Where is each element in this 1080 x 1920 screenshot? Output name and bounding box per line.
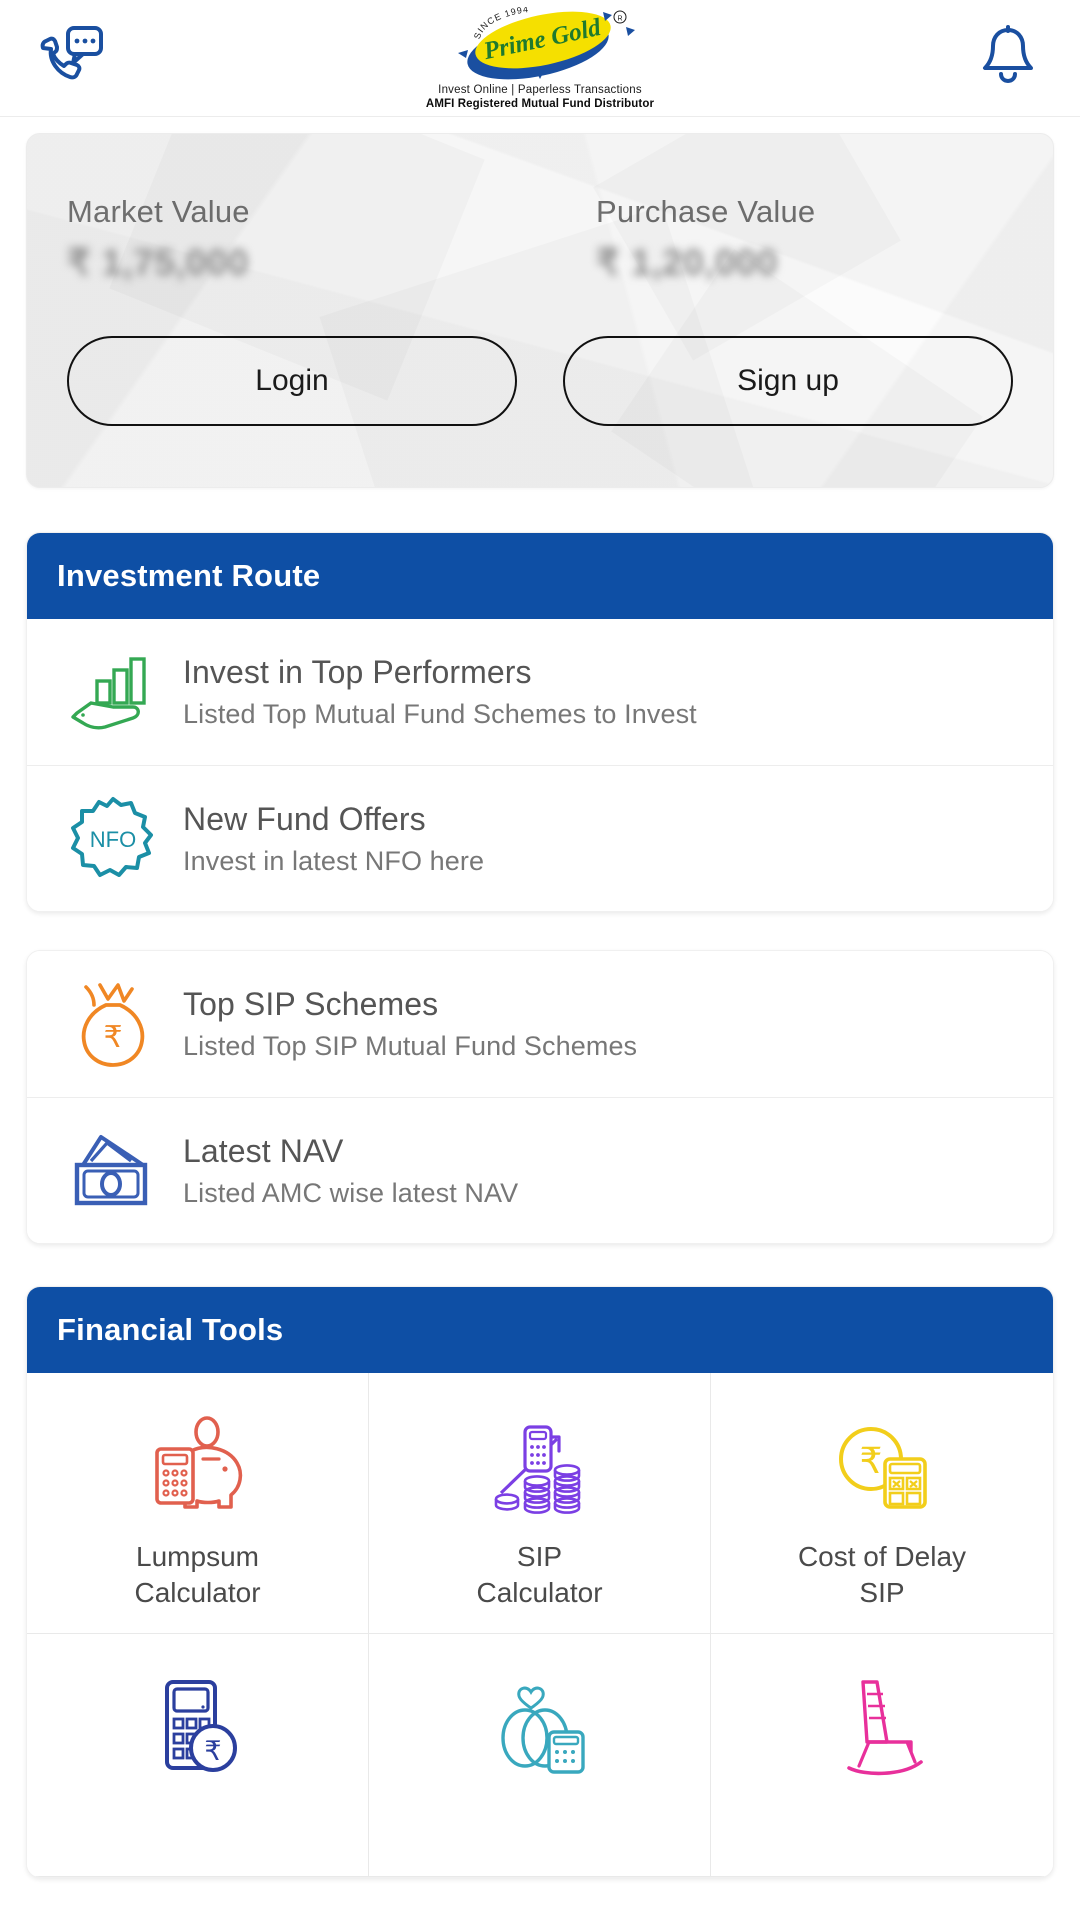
financial-tools-header: Financial Tools [27, 1287, 1053, 1373]
bell-icon [983, 25, 1033, 84]
calculator-rupee-coin-icon: ₹ [145, 1670, 251, 1782]
svg-text:NFO: NFO [90, 827, 136, 852]
rupee-coin-calculator-icon: ₹ [829, 1409, 935, 1521]
row-text: Invest in Top Performers Listed Top Mutu… [169, 654, 697, 730]
app-header: SINCE 1994 Prime Gold R Invest Online | … [0, 0, 1080, 117]
brand-logo: SINCE 1994 Prime Gold R Invest Online | … [114, 3, 966, 110]
row-new-fund-offers[interactable]: NFO New Fund Offers Invest in latest NFO… [27, 765, 1053, 911]
row-subtitle: Listed AMC wise latest NAV [183, 1177, 519, 1208]
svg-text:₹: ₹ [204, 1736, 221, 1766]
quick-links-card: ₹ Top SIP Schemes Listed Top SIP Mutual … [26, 950, 1054, 1244]
row-subtitle: Listed Top Mutual Fund Schemes to Invest [183, 699, 697, 729]
svg-text:₹: ₹ [103, 1021, 122, 1054]
row-title: Latest NAV [183, 1132, 344, 1169]
prime-gold-logo-svg: SINCE 1994 Prime Gold R [458, 3, 635, 79]
wedding-rings-calculator-icon [487, 1670, 593, 1782]
tool-retirement-planner[interactable] [711, 1633, 1053, 1877]
tool-marriage-planner[interactable] [369, 1633, 711, 1877]
investment-route-header: Investment Route [27, 533, 1053, 619]
row-subtitle: Listed Top SIP Mutual Fund Schemes [183, 1031, 638, 1061]
tool-label: Lumpsum Calculator [134, 1539, 260, 1611]
logo-tagline-1: Invest Online | Paperless Transactions [438, 83, 642, 96]
banknotes-icon [57, 1131, 169, 1211]
portfolio-summary-card: Market Value ₹ 1,75,000 Purchase Value ₹… [26, 133, 1054, 488]
tool-calculator-rupee[interactable]: ₹ [27, 1633, 369, 1877]
row-text: Top SIP Schemes Listed Top SIP Mutual Fu… [169, 986, 637, 1062]
tool-lumpsum-calculator[interactable]: Lumpsum Calculator [27, 1373, 369, 1634]
row-title: Invest in Top Performers [183, 654, 532, 690]
row-top-sip-schemes[interactable]: ₹ Top SIP Schemes Listed Top SIP Mutual … [27, 951, 1053, 1097]
phone-chat-icon [40, 26, 103, 80]
hand-holding-bar-chart-icon [57, 653, 169, 731]
financial-tools-card: Financial Tools Lumpsum Calculator SIP C… [26, 1286, 1054, 1878]
tool-sip-calculator[interactable]: SIP Calculator [369, 1373, 711, 1634]
tool-label-line1: SIP [516, 1541, 563, 1572]
tool-label-line1: Cost of Delay [797, 1541, 967, 1572]
tool-cost-of-delay-sip[interactable]: ₹ Cost of Delay SIP [711, 1373, 1053, 1634]
prime-gold-logo-mark: SINCE 1994 Prime Gold R [440, 3, 640, 83]
app-screen: SINCE 1994 Prime Gold R Invest Online | … [0, 0, 1080, 1920]
svg-text:R: R [617, 15, 622, 22]
investment-route-card: Investment Route Invest in Top Performer… [26, 532, 1054, 912]
row-text: Latest NAV Listed AMC wise latest NAV [169, 1133, 518, 1209]
tool-label: SIP Calculator [476, 1539, 602, 1611]
svg-text:₹: ₹ [860, 1440, 883, 1481]
tool-label: Cost of Delay SIP [798, 1539, 966, 1611]
row-text: New Fund Offers Invest in latest NFO her… [169, 801, 484, 877]
notification-button[interactable] [966, 16, 1050, 100]
piggy-bank-calculator-icon [145, 1409, 251, 1521]
row-latest-nav[interactable]: Latest NAV Listed AMC wise latest NAV [27, 1097, 1053, 1243]
rocking-chair-icon [829, 1670, 935, 1782]
tool-label-line1: Lumpsum [136, 1541, 259, 1572]
row-subtitle: Invest in latest NFO here [183, 845, 485, 876]
market-value-amount: ₹ 1,75,000 [67, 242, 249, 283]
nfo-badge-icon: NFO [57, 795, 169, 883]
tool-label-line2: Calculator [134, 1576, 261, 1608]
purchase-value-amount: ₹ 1,20,000 [596, 242, 778, 283]
support-chat-button[interactable] [30, 16, 114, 100]
row-invest-top-performers[interactable]: Invest in Top Performers Listed Top Mutu… [27, 619, 1053, 765]
tool-label-line2: Calculator [476, 1576, 603, 1608]
row-title: Top SIP Schemes [183, 986, 439, 1022]
tool-label-line2: SIP [859, 1576, 905, 1608]
page-body: Market Value ₹ 1,75,000 Purchase Value ₹… [0, 133, 1080, 1878]
financial-tools-grid: Lumpsum Calculator SIP Calculator ₹ Cost… [27, 1373, 1053, 1877]
money-bag-rupee-icon: ₹ [57, 979, 169, 1069]
row-title: New Fund Offers [183, 800, 426, 837]
coins-calculator-growth-icon [487, 1409, 593, 1521]
logo-tagline-2: AMFI Registered Mutual Fund Distributor [425, 97, 655, 110]
